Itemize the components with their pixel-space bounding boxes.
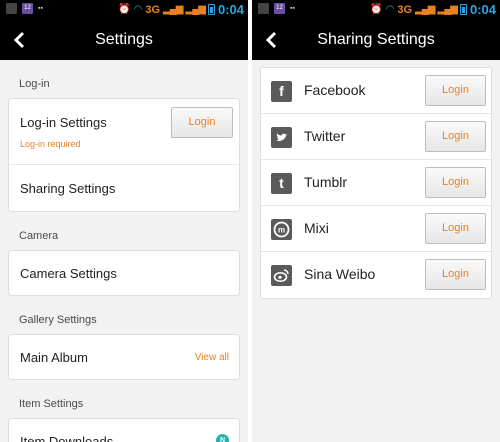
tumblr-login-button[interactable]: Login bbox=[425, 167, 486, 198]
wifi-icon: ◠ bbox=[385, 4, 395, 15]
signal2-icon: ▂▄▆ bbox=[185, 4, 206, 15]
title-bar: Settings bbox=[0, 20, 248, 60]
gallery-card: Main Album View all bbox=[8, 334, 240, 380]
page-title: Sharing Settings bbox=[317, 31, 435, 48]
service-row-sina-weibo: Sina Weibo Login bbox=[261, 252, 491, 298]
alarm-icon: ⏰ bbox=[370, 4, 383, 15]
signal2-icon: ▂▄▆ bbox=[437, 4, 458, 15]
service-row-mixi: m Mixi Login bbox=[261, 206, 491, 252]
login-settings-label: Log-in Settings bbox=[20, 115, 107, 130]
login-required-text: Log-in required bbox=[20, 139, 81, 149]
tumblr-icon: t bbox=[271, 173, 292, 194]
item-downloads-row[interactable]: Item Downloads N bbox=[9, 419, 239, 442]
service-name: Sina Weibo bbox=[304, 266, 376, 282]
calendar-icon: 12 bbox=[274, 3, 285, 14]
status-bar: 12 ▪▪ ⏰ ◠ 3G ▂▄▆ ▂▄▆ 0:04 bbox=[252, 0, 500, 20]
section-label-camera: Camera bbox=[19, 230, 59, 242]
calendar-icon: 12 bbox=[22, 3, 33, 14]
new-badge: N bbox=[216, 434, 229, 442]
section-label-gallery: Gallery Settings bbox=[19, 314, 97, 326]
service-name: Tumblr bbox=[304, 174, 348, 190]
notification-icon bbox=[6, 3, 17, 14]
mixi-login-button[interactable]: Login bbox=[425, 213, 486, 244]
network-type: 3G bbox=[145, 3, 161, 16]
sharing-settings-row[interactable]: Sharing Settings bbox=[9, 165, 239, 211]
camera-card: Camera Settings bbox=[8, 250, 240, 296]
status-bar: 12 ▪▪ ⏰ ◠ 3G ▂▄▆ ▂▄▆ 0:04 bbox=[0, 0, 248, 20]
twitter-icon bbox=[271, 127, 292, 148]
clock: 0:04 bbox=[469, 2, 496, 17]
main-album-label: Main Album bbox=[20, 350, 88, 365]
facebook-login-button[interactable]: Login bbox=[425, 75, 486, 106]
sharing-screen: 12 ▪▪ ⏰ ◠ 3G ▂▄▆ ▂▄▆ 0:04 Sharing Settin… bbox=[252, 0, 500, 442]
service-name: Facebook bbox=[304, 82, 366, 98]
item-card: Item Downloads N bbox=[8, 418, 240, 442]
sharing-settings-label: Sharing Settings bbox=[20, 181, 116, 196]
camera-settings-label: Camera Settings bbox=[20, 266, 117, 281]
main-album-row[interactable]: Main Album View all bbox=[9, 335, 239, 379]
page-title: Settings bbox=[95, 31, 153, 48]
network-type: 3G bbox=[397, 3, 413, 16]
view-all-link[interactable]: View all bbox=[195, 352, 229, 363]
signal-icon: ▂▄▆ bbox=[415, 4, 435, 15]
camera-settings-row[interactable]: Camera Settings bbox=[9, 251, 239, 295]
notification-dots-icon: ▪▪ bbox=[38, 5, 43, 12]
mixi-icon: m bbox=[271, 219, 292, 240]
login-settings-row[interactable]: Log-in Settings Log-in required Login bbox=[9, 99, 239, 165]
login-card: Log-in Settings Log-in required Login Sh… bbox=[8, 98, 240, 212]
battery-icon bbox=[459, 4, 467, 15]
weibo-icon bbox=[271, 265, 292, 286]
twitter-login-button[interactable]: Login bbox=[425, 121, 486, 152]
section-label-item: Item Settings bbox=[19, 398, 84, 410]
service-row-facebook: f Facebook Login bbox=[261, 68, 491, 114]
battery-icon bbox=[207, 4, 215, 15]
settings-screen: 12 ▪▪ ⏰ ◠ 3G ▂▄▆ ▂▄▆ 0:04 Settings Log-i… bbox=[0, 0, 248, 442]
wifi-icon: ◠ bbox=[133, 4, 143, 15]
section-label-login: Log-in bbox=[19, 78, 50, 90]
service-row-tumblr: t Tumblr Login bbox=[261, 160, 491, 206]
svg-text:m: m bbox=[278, 226, 285, 235]
service-name: Twitter bbox=[304, 128, 346, 144]
notification-dots-icon: ▪▪ bbox=[290, 5, 295, 12]
login-button[interactable]: Login bbox=[171, 107, 233, 138]
title-bar: Sharing Settings bbox=[252, 20, 500, 60]
clock: 0:04 bbox=[217, 2, 244, 17]
facebook-icon: f bbox=[271, 81, 292, 102]
service-name: Mixi bbox=[304, 220, 329, 236]
sharing-services-card: f Facebook Login Twitter Login t Tumblr … bbox=[260, 67, 492, 299]
alarm-icon: ⏰ bbox=[118, 4, 131, 15]
signal-icon: ▂▄▆ bbox=[163, 4, 183, 15]
sina-weibo-login-button[interactable]: Login bbox=[425, 259, 486, 290]
item-downloads-label: Item Downloads bbox=[20, 434, 114, 442]
service-row-twitter: Twitter Login bbox=[261, 114, 491, 160]
notification-icon bbox=[258, 3, 269, 14]
screenshot-composite: 12 ▪▪ ⏰ ◠ 3G ▂▄▆ ▂▄▆ 0:04 Settings Log-i… bbox=[0, 0, 500, 442]
